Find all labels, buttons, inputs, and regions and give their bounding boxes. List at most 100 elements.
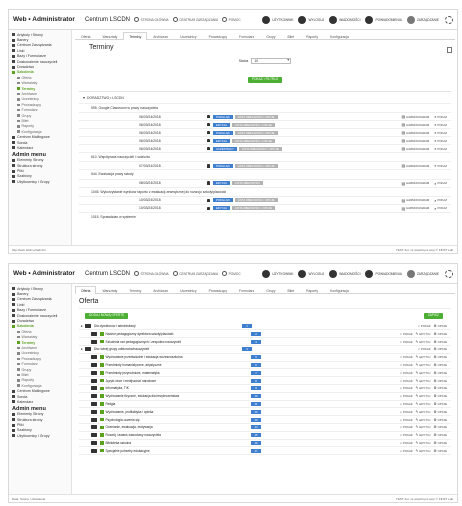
blue-action-button[interactable]: Edycja [213, 122, 231, 127]
action-harmonogram[interactable]: ▤ Harmonogram [401, 130, 429, 135]
grey-action-button[interactable]: Lista obecności • opcje [232, 122, 275, 127]
action-opcje[interactable]: ⚙ Opcje [433, 425, 447, 429]
action-edytuj[interactable]: ✎ Edytuj [416, 449, 431, 453]
help-link[interactable]: Pomoc [222, 271, 241, 276]
action-edytuj[interactable]: ✎ Edytuj [416, 402, 431, 406]
filter-button[interactable]: Pokaż • Filtruj [247, 77, 283, 83]
action-pokaz[interactable]: ⌕ Pokaż [400, 363, 413, 367]
offer-name[interactable]: Języki obce i mniejszości narodowe [106, 379, 157, 383]
offer-name[interactable]: Ocenianie, ewaluacja, motywacja [106, 425, 153, 429]
home-link[interactable]: Strona główna [134, 17, 169, 22]
user-menu-wiadomosci[interactable]: Wiadomości [329, 15, 360, 24]
offer-name[interactable]: Specjalne potrzeby edukacyjne [106, 449, 150, 453]
order-number[interactable]: 13 [251, 417, 261, 422]
action-opcje[interactable]: ⚙ Opcje [433, 386, 447, 390]
tab-formularz[interactable]: Formularz [233, 32, 260, 39]
offer-name[interactable]: Nadzór pedagogiczny dyrektora szkoły/pla… [106, 332, 174, 336]
gear-icon[interactable] [445, 15, 453, 24]
course-group-title[interactable]: 1045. Wykorzystanie wyników raportu z ew… [79, 186, 451, 196]
blue-action-button[interactable]: Edycja [213, 206, 231, 211]
blue-action-button[interactable]: Uczestnicy [213, 146, 237, 151]
user-menu-powiadomienia[interactable]: Powiadomienia [365, 269, 402, 278]
footer-link-data[interactable]: Data [12, 497, 18, 501]
action-edytuj[interactable]: ✎ Edytuj [416, 441, 431, 445]
tab-grupy[interactable]: Grupy [260, 286, 281, 293]
user-menu-wiadomosci[interactable]: Wiadomości [329, 269, 360, 278]
tab-warsztaty[interactable]: Warsztaty [96, 32, 123, 39]
action-pokaz[interactable]: ⌕ Pokaż [418, 347, 431, 351]
course-group-title[interactable]: 610. Współpraca nauczycieli i rodziców [79, 152, 451, 161]
action-pokaz[interactable]: ⌕ Pokaż [400, 355, 413, 359]
gear-icon[interactable] [445, 269, 453, 278]
order-number[interactable]: 12 [251, 409, 261, 414]
tab-uczestnicy[interactable]: Uczestnicy [174, 286, 202, 293]
footer-link-page[interactable]: Strona [20, 497, 29, 501]
order-number[interactable]: 8 [251, 378, 261, 383]
offer-name[interactable]: Biblioteka szkolna [106, 441, 132, 445]
user-menu-powiadomienia[interactable]: Powiadomienia [365, 15, 402, 24]
action-opcje[interactable]: ⚙ Opcje [433, 418, 447, 422]
tab-archiwum[interactable]: Archiwum [147, 32, 174, 39]
blue-action-button[interactable]: Edycja [213, 138, 231, 143]
offer-name[interactable]: Przedmioty humanistyczne, artystyczne [106, 363, 162, 367]
tab-archiwum[interactable]: Archiwum [147, 286, 174, 293]
action-harmonogram[interactable]: ▤ Harmonogram [401, 206, 429, 211]
action-pokaz[interactable]: ⌕ Pokaż [434, 181, 447, 186]
offer-name[interactable]: Psychologia uczenia się [106, 418, 140, 422]
action-edytuj[interactable]: ✎ Edytuj [416, 379, 431, 383]
tab-prowadzacy[interactable]: Prowadzący [203, 32, 233, 39]
action-pokaz[interactable]: ⌕ Pokaż [400, 441, 413, 445]
action-pokaz[interactable]: ⌕ Pokaż [400, 425, 413, 429]
tab-raporty[interactable]: Raporty [300, 286, 324, 293]
action-harmonogram[interactable]: ▤ Harmonogram [401, 198, 429, 203]
tab-prowadzacy[interactable]: Prowadzący [203, 286, 233, 293]
order-number[interactable]: 3 [251, 339, 261, 344]
action-opcje[interactable]: ⚙ Opcje [433, 394, 447, 398]
grey-action-button[interactable]: Lista obecności • opcje [234, 130, 278, 135]
action-pokaz[interactable]: ⌕ Pokaż [434, 138, 447, 143]
order-number[interactable]: 7 [251, 370, 261, 375]
user-menu-uzytkownik[interactable]: Użytkownik [262, 269, 293, 278]
action-pokaz[interactable]: ⌕ Pokaż [400, 379, 413, 383]
offer-name[interactable]: Wychowanie, profilaktyka i opieka [106, 410, 154, 414]
save-order-button[interactable]: Zapisz [423, 313, 443, 319]
offer-name[interactable]: Religia [106, 402, 116, 406]
action-edytuj[interactable]: ✎ Edytuj [416, 371, 431, 375]
action-pokaz[interactable]: ⌕ Pokaż [400, 410, 413, 414]
order-number[interactable]: 17 [251, 448, 261, 453]
order-number[interactable]: 1 [242, 323, 252, 328]
action-pokaz[interactable]: ⌕ Pokaż [400, 340, 413, 344]
grey-action-button[interactable]: Lista obecności • opcje [232, 206, 275, 211]
tab-oferta[interactable]: Oferta [75, 32, 96, 39]
action-opcje[interactable]: ⚙ Opcje [433, 402, 447, 406]
action-pokaz[interactable]: ⌕ Pokaż [400, 449, 413, 453]
status-select[interactable]: 10 [251, 57, 292, 64]
center-title[interactable]: Centrum LSCDN [85, 17, 130, 23]
action-harmonogram[interactable]: ▤ Harmonogram [401, 122, 429, 127]
user-menu-zarzadzanie[interactable]: Zarządzanie [406, 15, 439, 24]
action-opcje[interactable]: ⚙ Opcje [433, 371, 447, 375]
tab-terminy[interactable]: Terminy [123, 286, 147, 293]
blue-action-button[interactable]: Podgląd [213, 114, 233, 119]
action-opcje[interactable]: ⚙ Opcje [433, 347, 447, 351]
order-number[interactable]: 15 [251, 433, 261, 438]
grey-action-button[interactable]: Lista obecności • opcje [232, 138, 275, 143]
tab-formularz[interactable]: Formularz [233, 286, 260, 293]
action-pokaz[interactable]: ⌕ Pokaż [400, 386, 413, 390]
tab-terminy[interactable]: Terminy [123, 32, 148, 40]
offer-name[interactable]: Szkolenia rad pedagogicznych i zespołów … [106, 340, 181, 344]
action-pokaz[interactable]: ⌕ Pokaż [434, 206, 447, 211]
offer-name[interactable]: Wychowanie fizyczne, edukacja dla bezpie… [106, 394, 180, 398]
order-number[interactable]: 2 [251, 331, 261, 336]
action-edytuj[interactable]: ✎ Edytuj [416, 410, 431, 414]
action-pokaz[interactable]: ⌕ Pokaż [434, 146, 447, 151]
offer-name[interactable]: Przedmioty przyrodnicze, matematyka [106, 371, 160, 375]
order-number[interactable]: 14 [251, 425, 261, 430]
section-header[interactable]: ▾ Doradztwo • LSCDN [79, 92, 451, 103]
offer-name[interactable]: Wychowanie przedszkolne i edukacja wczes… [106, 355, 183, 359]
action-harmonogram[interactable]: ▤ Harmonogram [401, 114, 429, 119]
tab-warsztaty[interactable]: Warsztaty [96, 286, 123, 293]
grey-action-button[interactable]: Lista obecności • opcje [234, 163, 278, 168]
user-menu-zarzadzanie[interactable]: Zarządzanie [406, 269, 439, 278]
order-number[interactable]: 16 [251, 440, 261, 445]
